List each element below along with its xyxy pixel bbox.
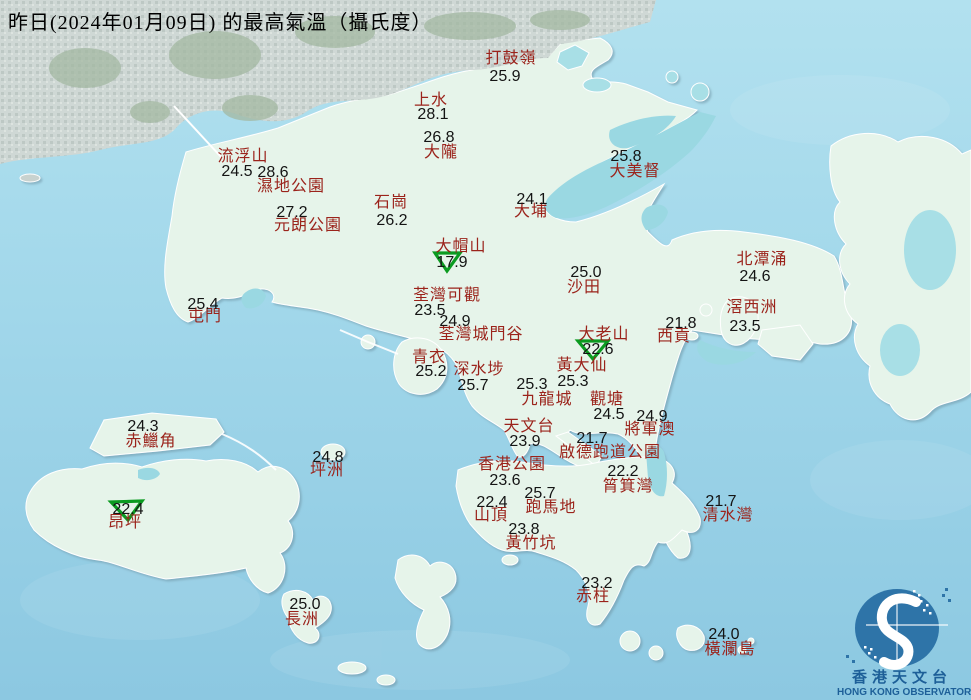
station-name: 大美督 — [609, 163, 661, 180]
weather-map-page: 昨日(2024年01月09日) 的最高氣溫（攝氏度） 打鼓嶺 25.9 上水 2… — [0, 0, 971, 700]
station-max-temperature: 25.0 — [570, 264, 602, 281]
station-name: 北潭涌 — [736, 251, 788, 268]
station-max-temperature: 24.8 — [312, 449, 344, 466]
deep-bay-islet — [19, 173, 41, 183]
station-max-temperature: 25.7 — [524, 485, 556, 502]
station-max-temperature: 25.4 — [187, 296, 219, 313]
station-name: 打鼓嶺 — [485, 50, 537, 67]
station-max-temperature: 24.1 — [516, 191, 548, 208]
station-max-temperature: 24.6 — [739, 268, 771, 285]
station-max-temperature: 22.6 — [582, 341, 614, 358]
station-name: 長洲 — [284, 611, 320, 628]
station-max-temperature: 23.6 — [489, 472, 521, 489]
station-name: 黃大仙 — [556, 357, 608, 374]
station-max-temperature: 28.6 — [257, 164, 289, 181]
soko-islet — [337, 661, 367, 675]
station-name: 濕地公園 — [256, 178, 326, 195]
hko-logo-name-cn: 香港天文台 — [851, 670, 952, 686]
station-max-temperature: 25.8 — [610, 148, 642, 165]
station-max-temperature: 23.8 — [508, 521, 540, 538]
station-max-temperature: 24.3 — [127, 418, 159, 435]
station-max-temperature: 25.3 — [557, 373, 589, 390]
station-max-temperature: 21.7 — [576, 430, 608, 447]
station-name: 大隴 — [423, 144, 459, 161]
station-max-temperature: 23.5 — [729, 318, 761, 335]
ko-lau-wan-islet — [665, 70, 679, 84]
station-max-temperature: 26.2 — [376, 212, 408, 229]
hko-logo-name-en: HONG KONG OBSERVATORY — [837, 687, 971, 698]
dapeng-cyan-patch — [904, 210, 956, 290]
station-name: 跑馬地 — [525, 499, 577, 516]
station-max-temperature: 25.9 — [489, 68, 521, 85]
station-max-temperature: 22.2 — [607, 463, 639, 480]
station-name: 石崗 — [373, 194, 409, 211]
station-name: 啟德跑道公園 — [558, 444, 662, 461]
station-max-temperature: 24.5 — [593, 406, 625, 423]
station-name: 九龍城 — [521, 391, 573, 408]
station-name: 大帽山 — [435, 238, 487, 255]
station-max-temperature: 24.9 — [439, 313, 471, 330]
station-max-temperature: 24.0 — [708, 626, 740, 643]
map-title: 昨日(2024年01月09日) 的最高氣溫（攝氏度） — [8, 12, 433, 34]
dapeng-cyan-patch-2 — [880, 324, 920, 376]
tap-mun-island — [690, 82, 710, 102]
station-name: 筲箕灣 — [602, 478, 654, 495]
station-name: 橫瀾島 — [704, 641, 756, 658]
beaufort-island — [648, 645, 664, 661]
wong-wan-chau-island — [582, 77, 612, 93]
hong-kong-map — [0, 0, 971, 700]
station-max-temperature: 25.7 — [457, 377, 489, 394]
station-max-temperature: 21.7 — [705, 493, 737, 510]
station-max-temperature: 27.2 — [276, 204, 308, 221]
station-max-temperature: 25.3 — [516, 376, 548, 393]
ap-lei-chau-island — [501, 554, 519, 566]
station-max-temperature: 24.9 — [636, 408, 668, 425]
station-name: 香港公園 — [477, 456, 547, 473]
station-max-temperature: 24.5 — [221, 163, 253, 180]
station-max-temperature: 25.0 — [289, 596, 321, 613]
hko-logo: 香港天文台 HONG KONG OBSERVATORY — [837, 664, 971, 698]
station-name: 清水灣 — [702, 507, 754, 524]
station-name: 滘西洲 — [726, 299, 778, 316]
station-max-temperature: 28.1 — [417, 106, 449, 123]
station-name: 沙田 — [566, 279, 602, 296]
station-max-temperature: 26.8 — [423, 129, 455, 146]
yim-tin-tsai-island — [699, 303, 713, 317]
station-name: 黃竹坑 — [505, 535, 557, 552]
station-name: 赤鱲角 — [125, 433, 177, 450]
station-max-temperature: 17.9 — [436, 254, 468, 271]
station-name: 深水埗 — [453, 361, 505, 378]
station-max-temperature: 23.9 — [509, 433, 541, 450]
station-max-temperature: 22.4 — [476, 494, 508, 511]
station-max-temperature: 23.2 — [581, 575, 613, 592]
soko-islet-2 — [376, 674, 396, 686]
station-max-temperature: 25.2 — [415, 363, 447, 380]
station-max-temperature: 22.4 — [112, 501, 144, 518]
station-max-temperature: 21.8 — [665, 315, 697, 332]
po-toi-island — [619, 630, 641, 652]
